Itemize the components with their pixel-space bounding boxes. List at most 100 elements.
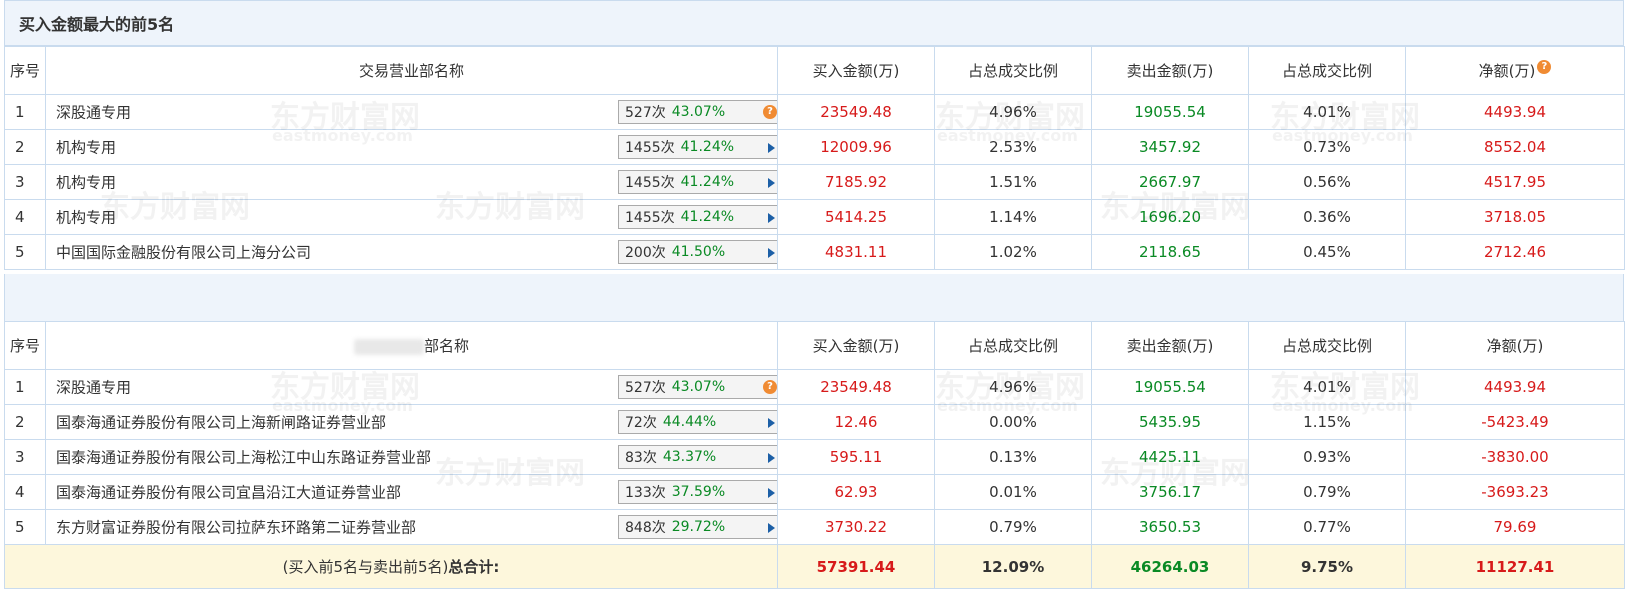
branch-name-cell: 国泰海通证券股份有限公司上海松江中山东路证券营业部 83次 43.37%	[45, 439, 778, 475]
success-rate: 43.37%	[662, 449, 717, 465]
col-name-partial: 部名称	[423, 337, 469, 355]
net-amount: 4517.95	[1405, 164, 1625, 200]
watermark-sub: eastmoney.com	[937, 126, 1078, 145]
table-row: 3 机构专用 1455次 41.24% 7185.92 1.51% 2667.97 0.56%…	[4, 164, 1625, 200]
branch-stats-badge[interactable]: 72次 44.44%	[618, 410, 777, 434]
success-rate: 41.24%	[680, 209, 735, 225]
branch-name-link[interactable]: 机构专用	[56, 207, 116, 228]
row-index: 5	[4, 234, 46, 270]
net-amount: 4493.94	[1405, 94, 1625, 130]
branch-name-link[interactable]: 国泰海通证券股份有限公司宜昌沿江大道证券营业部	[56, 482, 401, 503]
branch-name-cell: 深股通专用 527次 43.07%?	[45, 94, 778, 130]
row-index: 1	[4, 369, 46, 405]
sell-amount: 2667.97	[1091, 164, 1249, 200]
buy-ratio: 0.79%	[934, 509, 1092, 545]
success-rate: 44.44%	[662, 414, 717, 430]
right-arrow-icon[interactable]	[768, 178, 775, 188]
buy-amount: 7185.92	[777, 164, 935, 200]
buy-amount: 595.11	[777, 439, 935, 475]
success-rate: 43.07%	[671, 379, 726, 395]
col-buy-ratio: 占总成交比例	[934, 321, 1092, 370]
net-amount: 2712.46	[1405, 234, 1625, 270]
branch-name-cell: 机构专用 1455次 41.24%	[45, 199, 778, 235]
branch-stats-badge[interactable]: 133次 37.59%	[618, 480, 777, 504]
section-gap	[4, 274, 1624, 321]
row-index: 5	[4, 509, 46, 545]
listing-count: 527次	[625, 105, 666, 121]
watermark-sub: eastmoney.com	[272, 126, 413, 145]
buy-amount: 62.93	[777, 474, 935, 510]
help-icon[interactable]: ?	[763, 105, 777, 119]
table-row: 4 国泰海通证券股份有限公司宜昌沿江大道证券营业部 133次 37.59% 62.93 0…	[4, 474, 1625, 510]
branch-name-link[interactable]: 东方财富证券股份有限公司拉萨东环路第二证券营业部	[56, 517, 416, 538]
total-row: (买入前5名与卖出前5名)总合计: 57391.44 12.09% 46264.…	[4, 544, 1625, 589]
branch-stats-badge[interactable]: 1455次 41.24%	[618, 135, 777, 159]
net-amount: -3693.23	[1405, 474, 1625, 510]
table-header-row: 序号 交易营业部名称 买入金额(万) 占总成交比例 卖出金额(万) 占总成交比例…	[4, 46, 1625, 95]
listing-count: 1455次	[625, 210, 675, 226]
row-index: 2	[4, 129, 46, 165]
right-arrow-icon[interactable]	[768, 453, 775, 463]
right-arrow-icon[interactable]	[768, 143, 775, 153]
right-arrow-icon[interactable]	[768, 488, 775, 498]
table-header-row: 序号 部名称 买入金额(万) 占总成交比例 卖出金额(万) 占总成交比例 净额(…	[4, 321, 1625, 370]
branch-name-cell: 东方财富证券股份有限公司拉萨东环路第二证券营业部 848次 29.72%	[45, 509, 778, 545]
branch-stats-badge[interactable]: 200次 41.50%	[618, 240, 777, 264]
listing-count: 72次	[625, 415, 657, 431]
listing-count: 200次	[625, 245, 666, 261]
success-rate: 41.24%	[680, 174, 735, 190]
success-rate: 43.07%	[671, 104, 726, 120]
col-name: 部名称	[45, 321, 778, 370]
col-name: 交易营业部名称	[45, 46, 778, 95]
total-buy-ratio: 12.09%	[934, 544, 1092, 589]
section-title: 买入金额最大的前5名	[4, 0, 1624, 46]
col-sell-ratio: 占总成交比例	[1248, 46, 1406, 95]
table-row: 1 深股通专用 527次 43.07%? 23549.48 4.96% 19055.54 4.…	[4, 94, 1625, 130]
sell-ratio: 0.45%	[1248, 234, 1406, 270]
table-row: 3 国泰海通证券股份有限公司上海松江中山东路证券营业部 83次 43.37% 595.1…	[4, 439, 1625, 475]
right-arrow-icon[interactable]	[768, 418, 775, 428]
buy-ratio: 0.01%	[934, 474, 1092, 510]
branch-stats-badge[interactable]: 527次 43.07%?	[618, 375, 777, 399]
branch-name-cell: 国泰海通证券股份有限公司宜昌沿江大道证券营业部 133次 37.59%	[45, 474, 778, 510]
sell-amount: 3457.92	[1091, 129, 1249, 165]
sell-ratio: 0.79%	[1248, 474, 1406, 510]
branch-name-link[interactable]: 机构专用	[56, 137, 116, 158]
col-idx: 序号	[4, 46, 46, 95]
branch-name-link[interactable]: 深股通专用	[56, 377, 131, 398]
success-rate: 37.59%	[671, 484, 726, 500]
watermark-sub: eastmoney.com	[272, 396, 413, 415]
branch-name-link[interactable]: 国泰海通证券股份有限公司上海松江中山东路证券营业部	[56, 447, 431, 468]
table-row: 5 中国国际金融股份有限公司上海分公司 200次 41.50% 4831.11 1.02%…	[4, 234, 1625, 270]
listing-count: 1455次	[625, 140, 675, 156]
buy-ratio: 1.14%	[934, 199, 1092, 235]
branch-name-link[interactable]: 机构专用	[56, 172, 116, 193]
branch-stats-badge[interactable]: 527次 43.07%?	[618, 100, 777, 124]
buy-ratio: 4.96%	[934, 94, 1092, 130]
section-title-text: 买入金额最大的前5名	[19, 15, 175, 34]
right-arrow-icon[interactable]	[768, 523, 775, 533]
sell-amount: 4425.11	[1091, 439, 1249, 475]
right-arrow-icon[interactable]	[768, 248, 775, 258]
help-icon[interactable]: ?	[763, 380, 777, 394]
branch-name-link[interactable]: 深股通专用	[56, 102, 131, 123]
branch-name-link[interactable]: 中国国际金融股份有限公司上海分公司	[56, 242, 311, 263]
col-net-label: 净额(万)	[1478, 62, 1536, 80]
right-arrow-icon[interactable]	[768, 213, 775, 223]
listing-count: 133次	[625, 485, 666, 501]
buy-amount: 12.46	[777, 404, 935, 440]
branch-stats-badge[interactable]: 1455次 41.24%	[618, 205, 777, 229]
net-amount: -3830.00	[1405, 439, 1625, 475]
sell-ratio: 4.01%	[1248, 94, 1406, 130]
branch-stats-badge[interactable]: 848次 29.72%	[618, 515, 777, 539]
help-icon[interactable]: ?	[1537, 60, 1552, 74]
branch-stats-badge[interactable]: 83次 43.37%	[618, 445, 777, 469]
branch-name-cell: 机构专用 1455次 41.24%	[45, 164, 778, 200]
sell-amount: 3756.17	[1091, 474, 1249, 510]
buy-amount: 3730.22	[777, 509, 935, 545]
sell-amount: 19055.54	[1091, 369, 1249, 405]
total-sell: 46264.03	[1091, 544, 1249, 589]
net-amount: 8552.04	[1405, 129, 1625, 165]
branch-stats-badge[interactable]: 1455次 41.24%	[618, 170, 777, 194]
sell-ratio: 0.36%	[1248, 199, 1406, 235]
